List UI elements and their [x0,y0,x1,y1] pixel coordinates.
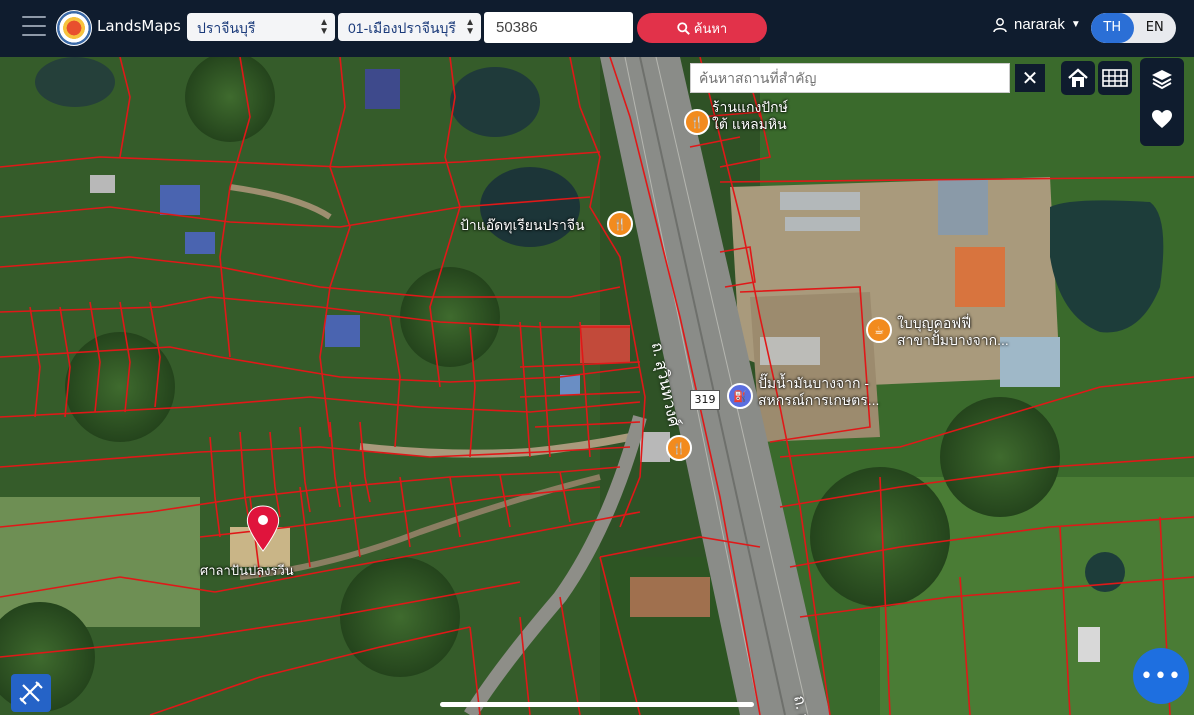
map-canvas [0,57,1194,715]
restaurant-poi-icon[interactable]: 🍴 [607,211,633,237]
grid-button[interactable] [1098,61,1132,95]
landsmaps-logo [56,10,92,46]
ruler-tools-icon [19,681,43,705]
username: nararak [1014,16,1065,33]
poi-label-top: ร้านแกงปักษ์ ใต้ แหลมหิน [712,99,788,132]
home-indicator-bar [440,702,754,707]
map-side-panel [1140,58,1184,146]
lang-en-button[interactable]: EN [1134,13,1177,43]
coffee-poi-icon[interactable]: ☕ [866,317,892,343]
road-number-shield: 319 [690,390,720,410]
select-chevron-icon: ▲ ▼ [465,17,475,37]
poi-label-coffee: ใบบุญคอฟฟี่ สาขาปั้มบางจาก... [897,315,1009,348]
gas-station-poi-icon[interactable]: ⛽ [727,383,753,409]
district-select-value: 01-เมืองปราจีนบุรี [348,20,456,36]
search-icon [677,21,690,35]
chevron-down-icon: ▼ [1070,19,1081,30]
favorite-button[interactable] [1145,102,1179,136]
select-chevron-icon: ▲ ▼ [319,17,329,37]
measure-tools-button[interactable] [11,674,51,712]
poi-label-gas: ปั๊มน้ำมันบางจาก - สหกรณ์การเกษตร... [758,375,880,408]
marker-label: ศาลาปันปลงรวีน [200,563,294,578]
satellite-map[interactable]: 🍴 ร้านแกงปักษ์ ใต้ แหลมหิน ป้าแอ๊ดทุเรีย… [0,57,1194,715]
language-toggle: TH EN [1091,13,1176,43]
user-menu[interactable]: nararak ▼ [992,16,1081,33]
search-button[interactable]: ค้นหา [637,13,767,43]
top-bar: LandsMaps ปราจีนบุรี ▲ ▼ 01-เมืองปราจีนบุ… [0,0,1194,57]
home-icon [1068,68,1088,87]
grid-icon [1102,69,1128,87]
more-dots-icon: ••• [1140,663,1182,689]
province-select-value: ปราจีนบุรี [197,20,256,36]
layers-button[interactable] [1145,62,1179,96]
close-icon[interactable]: ✕ [1015,64,1045,92]
home-button[interactable] [1061,61,1095,95]
brand-name: LandsMaps [97,17,181,35]
search-button-label: ค้นหา [693,20,728,36]
restaurant-poi-icon[interactable]: 🍴 [684,109,710,135]
user-icon [993,17,1007,32]
hamburger-menu-icon[interactable] [22,16,46,36]
place-search-input[interactable] [690,63,1010,93]
heart-icon [1152,110,1172,128]
layers-icon [1152,70,1172,90]
restaurant-poi-icon[interactable]: 🍴 [666,435,692,461]
deed-number-input[interactable] [484,12,633,43]
district-select[interactable]: 01-เมืองปราจีนบุรี ▲ ▼ [338,13,481,41]
province-select[interactable]: ปราจีนบุรี ▲ ▼ [187,13,335,41]
lang-th-button[interactable]: TH [1091,13,1134,43]
more-options-button[interactable]: ••• [1133,648,1189,704]
poi-label-restaurant: ป้าแอ๊ดทุเรียนปราจีน [460,217,585,233]
